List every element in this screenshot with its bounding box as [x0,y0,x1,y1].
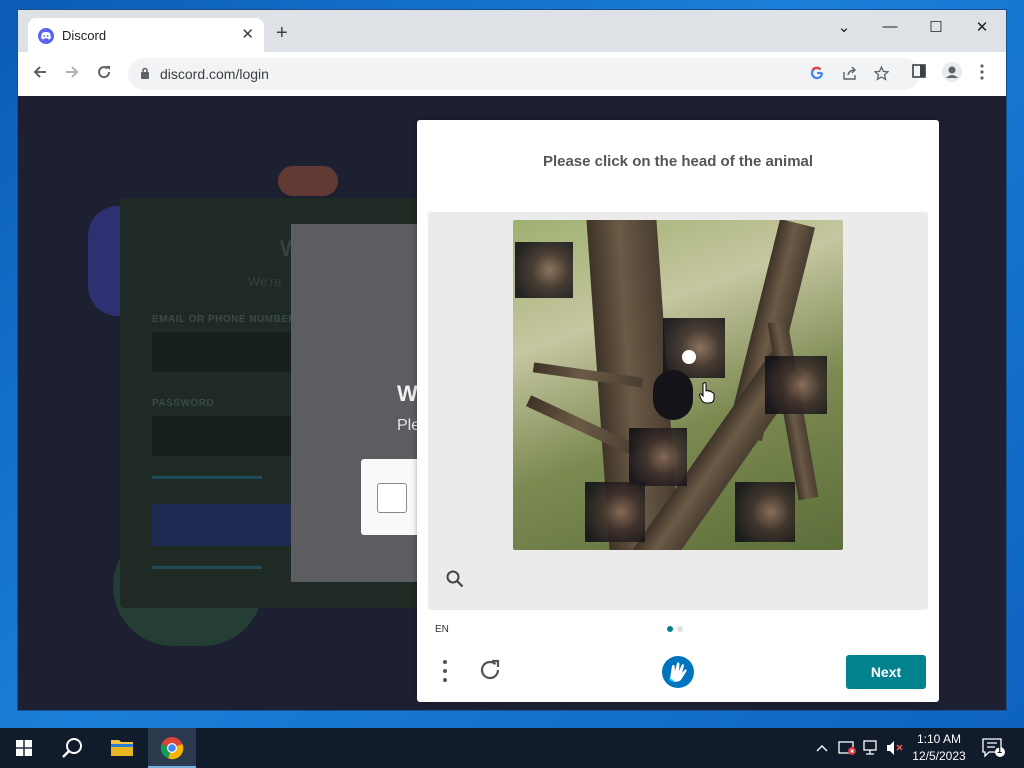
google-translate-icon[interactable] [810,66,824,84]
challenge-image[interactable] [513,220,843,550]
hand-cursor-icon [698,382,715,409]
tab-search-dropdown-icon[interactable]: ⌄ [834,18,854,36]
tab-close-icon[interactable]: ✕ [241,25,254,43]
page-dot-inactive [677,626,683,632]
new-tab-button[interactable]: + [276,23,288,43]
menu-icon[interactable] [443,659,447,688]
language-selector[interactable]: EN [435,624,449,635]
windows-taskbar: 1:10 AM 12/5/2023 1 [0,728,1024,768]
image-tile [629,428,687,486]
email-field[interactable] [152,332,302,372]
tab-discord[interactable]: Discord ✕ [28,18,264,52]
share-icon[interactable] [842,66,858,84]
page-dot-active [667,626,673,632]
hcaptcha-logo-icon [661,655,695,694]
image-tile [585,482,645,542]
animal-silhouette [653,370,693,420]
tab-strip: Discord ✕ + ⌄ — ☐ ✕ [18,10,1006,52]
password-field[interactable] [152,416,302,456]
address-bar[interactable]: discord.com/login [128,58,920,90]
login-button[interactable] [152,504,302,546]
bookmark-star-icon[interactable] [873,65,890,85]
zoom-icon[interactable] [446,570,464,593]
image-tile [515,242,573,298]
captcha-challenge-dialog: Please click on the head of the animal E… [417,120,939,702]
refresh-challenge-icon[interactable] [478,658,502,687]
clock-time: 1:10 AM [916,732,962,746]
human-checkbox[interactable] [377,483,407,513]
reload-icon[interactable] [96,64,112,83]
image-tile [735,482,795,542]
login-subtitle: We're [248,274,282,289]
verification-heading: W [397,381,418,406]
image-tile [765,356,827,414]
browser-toolbar: discord.com/login [18,52,1006,97]
image-tile [663,318,725,378]
clock-date: 12/5/2023 [912,749,966,763]
system-clock[interactable]: 1:10 AM 12/5/2023 [908,731,970,765]
url-text: discord.com/login [160,66,269,82]
email-label: EMAIL OR PHONE NUMBER [152,314,297,325]
chrome-icon [160,737,184,760]
challenge-prompt: Please click on the head of the animal [542,153,814,170]
security-tray-icon[interactable] [838,740,856,759]
start-icon [16,740,32,756]
maximize-button[interactable]: ☐ [926,18,946,36]
side-panel-icon[interactable] [912,64,926,83]
kebab-menu-icon[interactable] [980,64,984,85]
forgot-password-link[interactable]: ▬▬▬▬▬▬▬▬▬▬ [152,470,262,482]
next-button[interactable]: Next [846,655,926,689]
search-icon [62,738,82,758]
network-icon[interactable] [862,740,880,759]
click-marker [682,350,696,364]
notification-center-icon[interactable]: 1 [982,738,1006,761]
show-hidden-icons-icon[interactable] [816,740,828,755]
taskbar-file-explorer[interactable] [98,728,146,768]
profile-avatar-icon[interactable] [942,62,962,87]
close-window-button[interactable]: ✕ [972,18,992,36]
back-icon[interactable] [32,64,48,83]
minimize-button[interactable]: — [880,18,900,35]
tab-title: Discord [62,28,107,43]
file-explorer-icon [111,740,133,756]
taskbar-search-button[interactable] [48,728,96,768]
lock-icon[interactable] [140,67,150,85]
register-link[interactable]: ▬▬▬▬▬▬▬▬▬▬ [152,560,262,572]
volume-muted-icon[interactable] [886,740,904,759]
discord-favicon-icon [38,28,54,44]
forward-icon[interactable] [64,64,80,83]
notification-count-badge: 1 [997,745,1003,755]
challenge-area [428,212,928,610]
taskbar-chrome[interactable] [148,728,196,768]
start-button[interactable] [0,728,48,768]
password-label: PASSWORD [152,398,215,409]
background-art [278,166,338,196]
